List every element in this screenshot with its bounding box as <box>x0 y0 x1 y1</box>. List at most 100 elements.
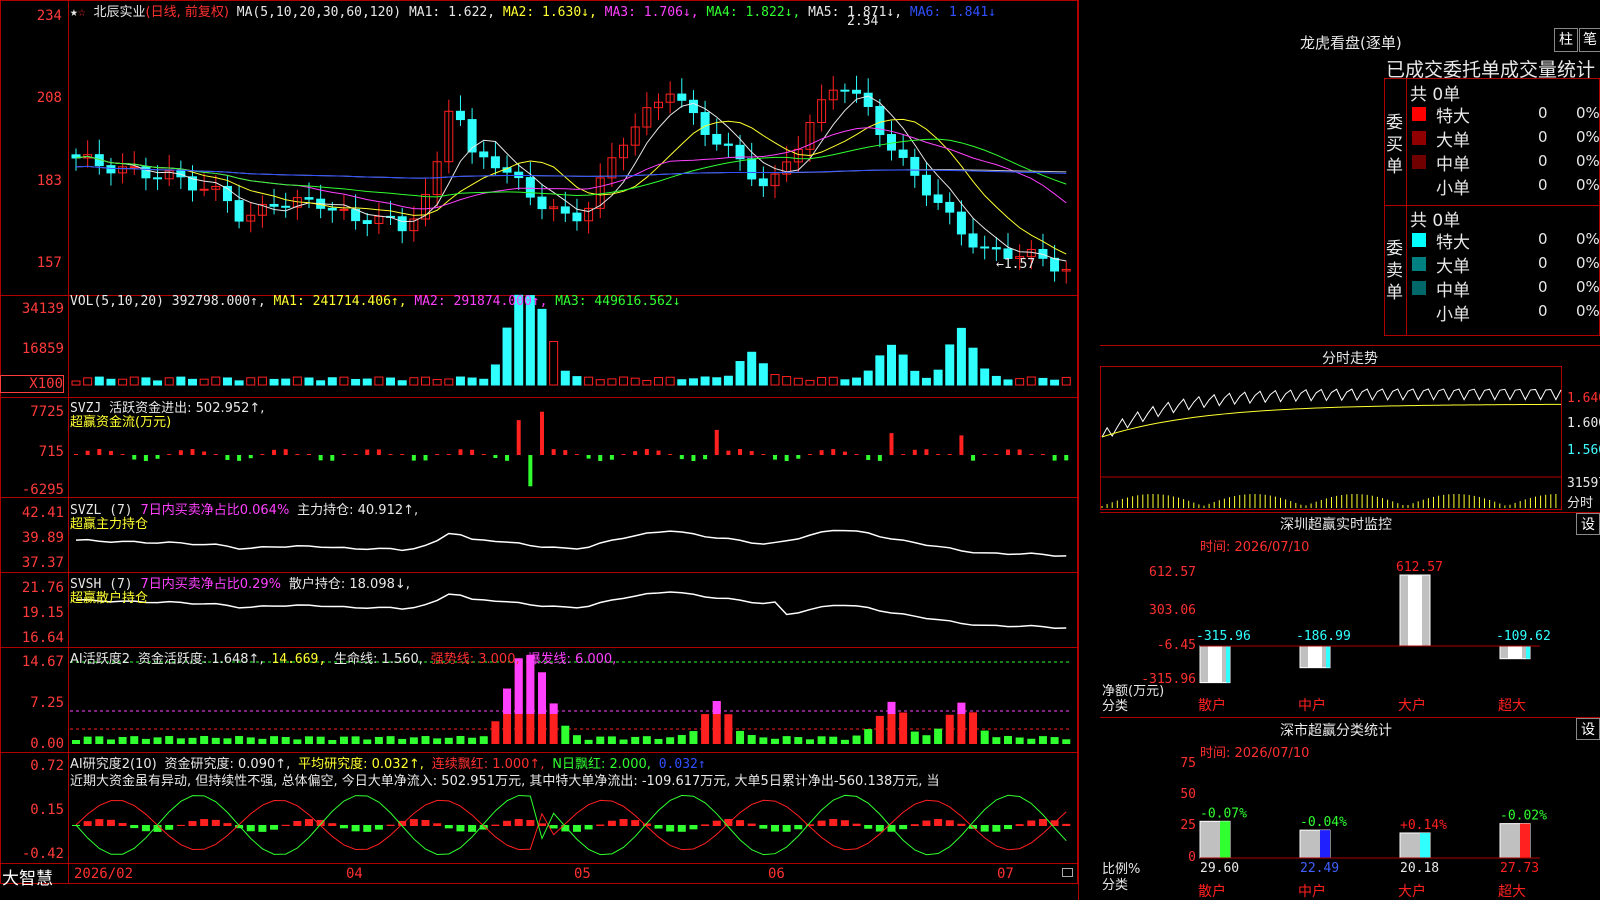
activity-bar <box>456 735 465 744</box>
vol-title: VOL(5,10,20) <box>70 294 164 309</box>
activity-bar <box>922 735 931 744</box>
sz-sep <box>1100 512 1600 513</box>
activity-bar <box>736 730 745 744</box>
lhb-title: 龙虎看盘(逐单) <box>1300 34 1402 52</box>
row-name: 小单 <box>1436 179 1470 199</box>
volume-bar <box>1026 376 1036 386</box>
research-bar <box>270 825 279 830</box>
buy-row-0: 特大 0 0% <box>1408 102 1600 127</box>
ai1-peak: 14.669, <box>271 652 327 667</box>
row-count: 0 <box>1538 152 1548 170</box>
fundflow-bar <box>679 455 684 460</box>
activity-bar <box>759 737 768 744</box>
research-bar <box>934 819 943 826</box>
volume-bar <box>945 344 955 386</box>
bar-view-button[interactable]: 柱 <box>1554 28 1578 52</box>
cls-title: 深市超赢分类统计 <box>1280 723 1392 739</box>
fundflow-bar <box>877 455 882 461</box>
fundflow-bar <box>493 455 498 459</box>
fundflow-bar <box>446 454 451 455</box>
activity-bar <box>200 736 209 744</box>
fundflow-bar <box>400 454 405 455</box>
volume-bar <box>106 378 116 386</box>
volume-bar <box>910 370 920 386</box>
activity-bar <box>689 731 698 744</box>
activity-bar <box>305 736 313 744</box>
row-name: 特大 <box>1436 233 1470 253</box>
research-bar <box>386 824 395 826</box>
candle-body <box>852 89 862 94</box>
chart-mode[interactable]: (日线, 前复权) <box>146 5 229 20</box>
ma-value-3: MA3: 1.706↓, <box>596 5 699 20</box>
flag-icon: ☆ <box>77 5 86 20</box>
vol-ma3: MA3: 449616.562↓ <box>555 294 681 309</box>
fundflow-bar <box>912 449 917 455</box>
activity-bar <box>258 738 267 744</box>
candle-body <box>677 93 687 101</box>
research-bar <box>293 820 302 826</box>
fundflow-bar <box>295 454 300 455</box>
fundflow-bar <box>807 454 812 455</box>
ai2-tick: 0.15 <box>30 802 64 818</box>
svzl-value: 主力持仓: 40.912↑, <box>297 503 419 518</box>
buy-side-label: 委买单 <box>1386 113 1403 177</box>
ma-values: MA1: 1.622, MA2: 1.630↓, MA3: 1.706↓, MA… <box>409 5 996 20</box>
ai1-header: AI活跃度2 资金活跃度: 1.648↑, 14.669, 生命线: 1.560… <box>70 648 616 667</box>
research-bar <box>654 825 663 829</box>
activity-bar <box>363 739 372 744</box>
fundflow-bar <box>644 449 649 455</box>
fundflow-bar <box>703 455 708 460</box>
fundflow-bar <box>889 433 894 455</box>
svzl-tick: 39.89 <box>21 530 64 546</box>
fundflow-bar <box>749 451 754 455</box>
volume-bar <box>164 377 174 386</box>
trend-vol-value: 31597 <box>1567 476 1600 491</box>
fundflow-bar <box>248 455 253 459</box>
fundflow-bar <box>633 451 638 455</box>
activity-bar <box>95 736 104 744</box>
candle-body <box>921 174 931 196</box>
research-bar <box>456 825 465 832</box>
high-price-label: 2.34 <box>847 14 879 29</box>
fundflow-bar <box>202 451 207 455</box>
research-bar <box>957 823 966 826</box>
activity-bar <box>701 714 710 744</box>
fundflow-bar <box>971 455 976 461</box>
activity-bar <box>899 712 908 744</box>
volume-bar <box>549 340 559 386</box>
svsh-tick: 19.15 <box>21 605 64 621</box>
chart-canvas[interactable] <box>0 0 1078 884</box>
research-bar <box>992 825 1001 832</box>
volume-bar <box>1015 378 1025 386</box>
volume-bar <box>863 370 873 386</box>
sz-settings-button[interactable]: 设 <box>1576 513 1600 535</box>
candle-body <box>758 178 768 187</box>
cls-settings-button[interactable]: 设 <box>1576 718 1600 740</box>
cls-xlabel: 分类 <box>1102 878 1129 893</box>
ai1-tick: 0.00 <box>30 736 64 752</box>
candle-body <box>712 133 722 145</box>
volume-bar <box>339 376 349 386</box>
volume-bar <box>619 376 629 386</box>
color-swatch <box>1412 107 1426 121</box>
research-bar <box>712 820 721 826</box>
candle-body <box>956 211 966 235</box>
vol-ma1: MA1: 241714.406↑, <box>273 294 407 309</box>
row-percent: 0% <box>1576 176 1600 194</box>
ai1-strong-line: 强势线: 3.000, <box>430 652 520 667</box>
volume-bar <box>211 376 221 386</box>
fundflow-bar <box>1029 454 1034 455</box>
candle-body <box>304 197 314 200</box>
svzj-tick: 715 <box>38 444 64 460</box>
activity-bar <box>584 739 593 744</box>
svzl-tick: 42.41 <box>21 505 64 521</box>
research-bar <box>188 821 197 826</box>
fundflow-bar <box>283 449 288 455</box>
research-bar <box>83 821 92 826</box>
research-bar <box>444 825 453 829</box>
lock-icon[interactable] <box>1062 868 1073 877</box>
activity-bar-top <box>549 703 558 714</box>
trend-chart-box[interactable] <box>1100 366 1562 510</box>
candle-body <box>910 156 920 176</box>
tick-view-button[interactable]: 笔 <box>1579 28 1600 52</box>
